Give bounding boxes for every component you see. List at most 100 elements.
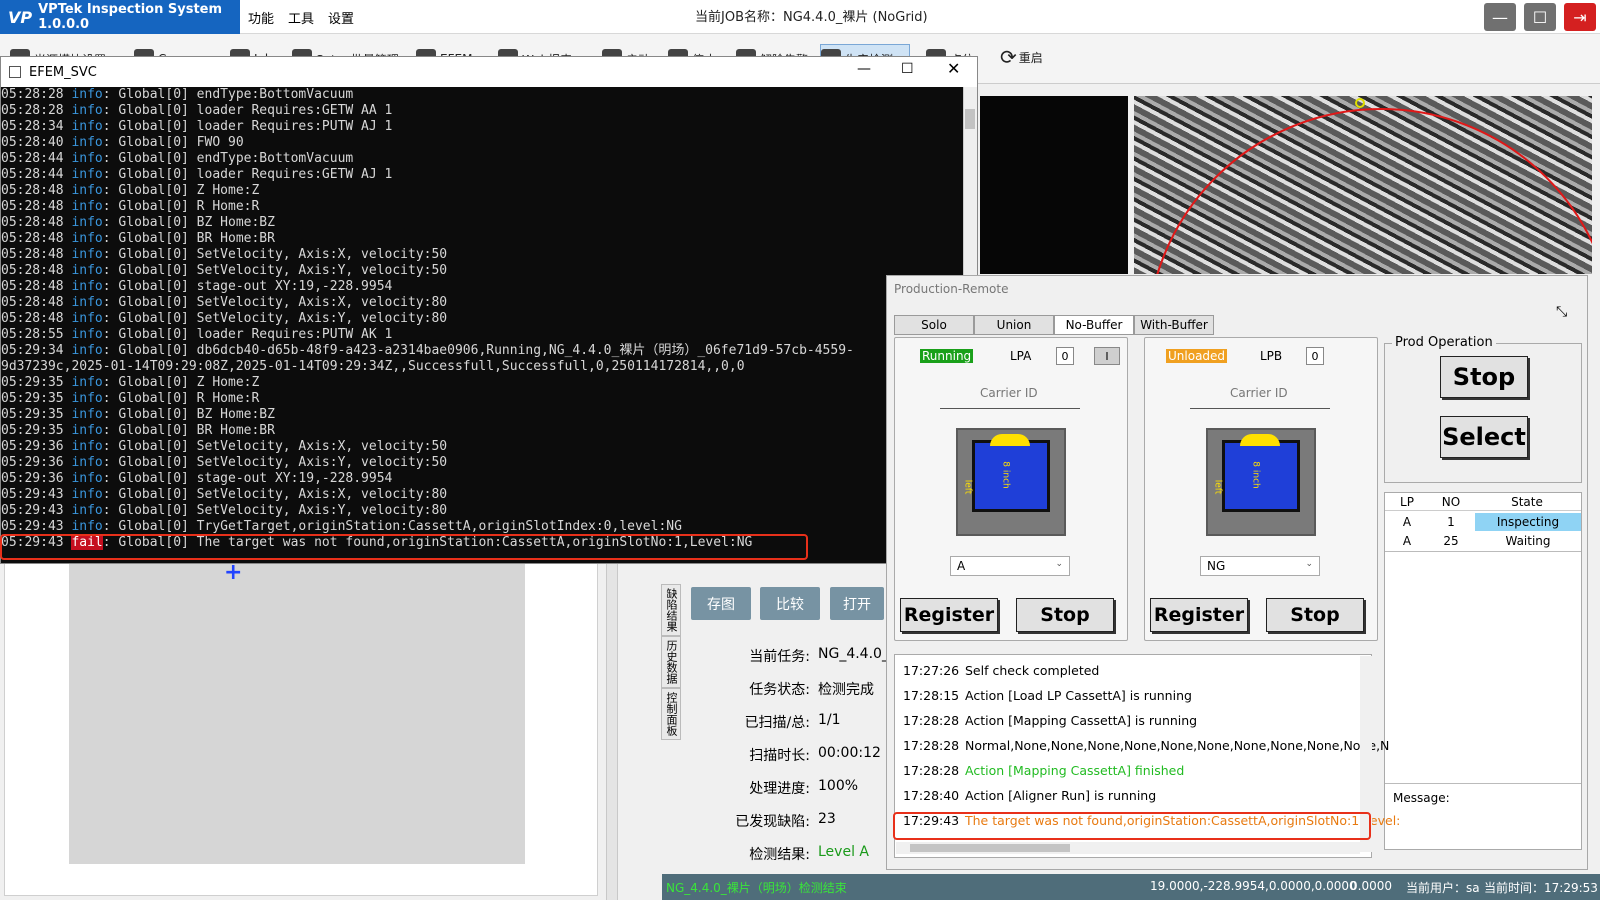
console-time: 05:28:48 — [1, 279, 72, 294]
carrier-side-text: left — [962, 479, 973, 495]
app-title: VPTek Inspection System 1.0.0.0 — [38, 2, 223, 32]
console-time: 05:28:28 — [1, 103, 72, 118]
log-row: 17:28:28 Normal,None,None,None,None,None,… — [903, 738, 1389, 758]
console-line: 05:28:48 info: Global[0] SetVelocity, Ax… — [1, 247, 961, 263]
console-line: 05:29:35 info: Global[0] BZ Home:BZ — [1, 407, 961, 423]
console-time: 05:28:48 — [1, 231, 72, 246]
log-row: 17:28:28 Action [Mapping CassettA] finish… — [903, 763, 1184, 783]
lp-table: LP NO State A 1 Inspecting A 25 Waiting … — [1384, 492, 1582, 850]
table-cell-state: Waiting — [1505, 534, 1551, 548]
compare-button[interactable]: 比较 — [760, 587, 820, 620]
lpa-label: LPA — [1010, 349, 1032, 363]
scanned-value: 1/1 — [818, 712, 841, 728]
maximize-icon[interactable]: ☐ — [901, 61, 914, 77]
console-level: info — [71, 183, 103, 198]
console-message: : Global[0] stage-out XY:19,-228.9954 — [102, 279, 393, 294]
console-message: : Global[0] loader Requires:GETW AA 1 — [102, 103, 393, 118]
toolbar-label: 重启 — [1018, 50, 1043, 65]
splitter[interactable] — [606, 560, 618, 900]
minimize-icon[interactable]: — — [857, 61, 871, 77]
minimize-button[interactable]: — — [1484, 3, 1516, 31]
tab-defect-result[interactable]: 缺陷结果 — [661, 584, 681, 636]
save-image-button[interactable]: 存图 — [691, 587, 751, 620]
console-line: 05:29:35 info: Global[0] Z Home:Z — [1, 375, 961, 391]
menu-tools[interactable]: 工具 — [288, 8, 314, 27]
info-label: 处理进度: — [749, 781, 810, 797]
lpb-select[interactable]: NG ⌄ — [1200, 556, 1320, 576]
lpb-carrier-icon: 8 inch left — [1206, 428, 1316, 536]
console-message: : Global[0] SetVelocity, Axis:X, velocit… — [102, 439, 448, 454]
tab-union[interactable]: Union — [974, 315, 1054, 335]
console-message: : Global[0] R Home:R — [102, 391, 260, 406]
console-time: 05:29:36 — [1, 439, 72, 454]
lpb-register-button[interactable]: Register — [1150, 598, 1248, 632]
lpa-select[interactable]: A ⌄ — [950, 556, 1070, 576]
console-output: 05:28:28 info : Global[0] endType:BottomV… — [1, 87, 961, 563]
table-header: LP — [1385, 493, 1429, 511]
tab-solo[interactable]: Solo — [894, 315, 974, 335]
console-level: info — [71, 487, 103, 502]
lpa-register-button[interactable]: Register — [900, 598, 998, 632]
log-hscroll-thumb[interactable] — [910, 844, 1070, 852]
console-time: 05:28:40 — [1, 135, 72, 150]
console-time: 05:28:48 — [1, 183, 72, 198]
menu-function[interactable]: 功能 — [248, 8, 274, 27]
wafer-marker — [1355, 98, 1365, 108]
console-message: : Global[0] BZ Home:BZ — [102, 407, 275, 422]
lpa-carrier-line — [940, 408, 1080, 409]
console-line: 05:28:48 info: Global[0] stage-out XY:19… — [1, 279, 961, 295]
open-button[interactable]: 打开 — [830, 587, 884, 620]
console-time: 05:29:35 — [1, 375, 72, 390]
console-line: 05:28:28 info: Global[0] endType:BottomV… — [1, 87, 961, 103]
toolbar-restart[interactable]: ⟳ 重启 — [1000, 42, 1056, 72]
info-label: 已扫描/总: — [744, 715, 810, 731]
message-divider — [1385, 783, 1581, 784]
log-row: 17:27:26 Self check completed — [903, 663, 1099, 683]
console-line: 05:29:43 info: Global[0] TryGetTarget,or… — [1, 519, 961, 535]
close-icon[interactable]: ✕ — [947, 59, 960, 78]
chevron-down-icon: ⌄ — [1305, 559, 1313, 569]
exit-button[interactable]: ⇥ — [1564, 3, 1596, 31]
console-level: info — [71, 263, 103, 278]
collapse-icon[interactable]: ⤡ — [1556, 304, 1567, 320]
console-level: info — [71, 439, 103, 454]
lpb-select-value: NG — [1207, 559, 1226, 573]
wafer-map-view — [1134, 96, 1592, 274]
console-time: 05:29:36 — [1, 471, 72, 486]
log-time: 17:28:40 — [903, 788, 960, 803]
tab-with-buffer[interactable]: With-Buffer — [1134, 315, 1214, 335]
image-canvas[interactable] — [69, 564, 525, 864]
carrier-side-text: left — [1212, 479, 1223, 495]
status-bar: NG_4.4.0_裸片（明场）检测结束 19.0000,-228.9954,0.… — [662, 874, 1600, 900]
console-message: : Global[0] Z Home:Z — [102, 183, 260, 198]
tab-control-panel[interactable]: 控制面板 — [661, 688, 681, 740]
lpa-count: 0 — [1056, 347, 1074, 365]
console-time: 05:29:35 — [1, 423, 72, 438]
console-level: info — [71, 215, 103, 230]
console-message: : Global[0] SetVelocity, Axis:X, velocit… — [102, 487, 448, 502]
maximize-button[interactable]: ☐ — [1524, 3, 1556, 31]
console-message: : Global[0] FWO 90 — [102, 135, 244, 150]
lpa-flag[interactable]: I — [1094, 347, 1120, 365]
fail-highlight-box — [0, 534, 808, 560]
lpb-stop-button[interactable]: Stop — [1266, 598, 1364, 632]
lpa-carrier-label: Carrier ID — [980, 386, 1038, 400]
menu-settings[interactable]: 设置 — [328, 8, 354, 27]
logo-mark: VP — [8, 7, 33, 27]
tab-history-data[interactable]: 历史数据 — [661, 636, 681, 688]
lpb-carrier-line — [1190, 408, 1330, 409]
task-status-value: 检测完成 — [818, 682, 874, 698]
console-line: 05:28:55 info: Global[0] loader Requires… — [1, 327, 961, 343]
console-level: info — [71, 151, 103, 166]
console-scroll-thumb[interactable] — [965, 109, 975, 129]
console-message: : Global[0] db6dcb40-d65b-48f9-a423-a231… — [102, 343, 854, 358]
prod-stop-button[interactable]: Stop — [1440, 356, 1528, 398]
prod-select-button[interactable]: Select — [1440, 416, 1528, 458]
console-level: info — [71, 519, 103, 534]
log-message: Normal,None,None,None,None,None,None,Non… — [965, 738, 1390, 753]
console-level: info — [71, 231, 103, 246]
console-level: info — [71, 471, 103, 486]
lpa-stop-button[interactable]: Stop — [1016, 598, 1114, 632]
tab-no-buffer[interactable]: No-Buffer — [1054, 315, 1134, 335]
console-message: : Global[0] endType:BottomVacuum — [102, 87, 354, 102]
